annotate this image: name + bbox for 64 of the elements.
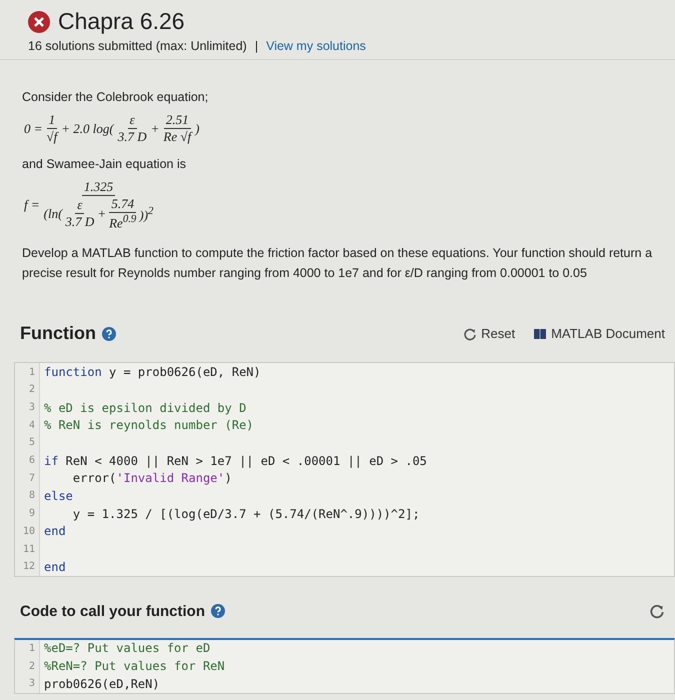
line-number: 11 <box>15 540 40 558</box>
equation-term: 5.74 <box>111 196 134 211</box>
code-line: error('Invalid Range') <box>72 471 232 486</box>
equation-term: 3.7 D <box>118 129 147 145</box>
equation-term: 0 = <box>24 120 43 136</box>
equation-term: 3.7 D <box>65 214 94 230</box>
problem-text: Consider the Colebrook equation; <box>22 90 210 104</box>
section-heading: Code to call your function <box>20 602 206 620</box>
line-number: 12 <box>15 558 40 576</box>
problem-text: and Swamee-Jain equation is <box>22 157 187 171</box>
code-line: y = 1.325 / [(log(eD/3.7 + (5.74/(ReN^.9))))^2]; <box>72 506 420 521</box>
equation-term: + 2.0 log( <box>61 120 114 136</box>
equation-term: f = <box>24 197 40 214</box>
line-number: 3 <box>15 398 40 416</box>
help-icon[interactable] <box>211 604 226 618</box>
code-editor[interactable] <box>14 362 675 577</box>
line-number: 9 <box>15 504 40 523</box>
reset-icon <box>463 326 478 341</box>
code-line: end <box>43 524 66 538</box>
line-number: 2 <box>15 381 40 399</box>
line-number: 8 <box>15 487 40 505</box>
code-line: end <box>43 560 66 574</box>
equation-term: Re$^{0.9}$ <box>109 213 136 232</box>
equation-term: + <box>150 120 160 136</box>
equation-term: 2.51 <box>166 112 189 127</box>
documentation-button[interactable]: MATLAB Document <box>533 326 665 342</box>
line-number: 7 <box>15 469 40 488</box>
code-editor[interactable]: 1 %eD=? Put values for eD 2 %ReN=? Put values for ReN 3 prob0626(eD,ReN) <box>14 638 675 694</box>
code-line: %ReN=? Put values for ReN <box>43 659 225 674</box>
problem-title: Chapra 6.26 <box>58 8 185 35</box>
reset-icon[interactable] <box>649 603 665 620</box>
code-line: % ReN is reynolds number (Re) <box>43 418 254 432</box>
line-number: 5 <box>15 434 40 452</box>
code-line: % eD is epsilon divided by D <box>43 400 246 415</box>
line-number: 6 <box>15 452 40 470</box>
view-solutions-link[interactable]: View my solutions <box>266 39 366 53</box>
line-number: 2 <box>15 657 40 675</box>
equation-term: (ln( <box>44 206 62 222</box>
line-number: 10 <box>15 522 40 540</box>
book-icon <box>533 326 548 341</box>
code-line: if ReN < 4000 || ReN > 1e7 || eD < .00001 || eD > .05 <box>43 454 427 468</box>
equation-term: + <box>97 206 106 222</box>
equation-term: 1 <box>48 112 56 127</box>
line-number: 1 <box>15 640 40 658</box>
code-line: else <box>43 488 73 503</box>
equation-term: Re √f <box>163 129 192 145</box>
submission-count: 16 solutions submitted (max: Unlimited) <box>28 39 247 53</box>
line-number: 4 <box>15 416 40 434</box>
help-icon[interactable] <box>102 326 116 341</box>
code-line: %eD=? Put values for eD <box>43 641 210 656</box>
equation-term: ) <box>195 120 200 136</box>
code-line: prob0626(eD,ReN) <box>43 676 160 691</box>
reset-button[interactable]: Reset <box>463 326 516 342</box>
problem-text: Develop a MATLAB function to compute the friction factor based on these equations. Your function should return a precise result for Reynolds number ranging from 4000 to 1e7 and for ε/D ranging from 0.00001 to 0.05 <box>22 245 654 282</box>
equation-term: ε <box>77 197 82 212</box>
line-number: 1 <box>15 363 40 382</box>
separator: | <box>254 39 258 53</box>
equation-term: √f <box>46 129 58 145</box>
code-line: function y = prob0626(eD, ReN) <box>43 365 261 380</box>
line-number: 3 <box>15 674 40 693</box>
equation-term: 1.325 <box>84 179 114 194</box>
equation-term: ))$^{2}$ <box>139 204 154 223</box>
section-heading: Function <box>20 323 96 344</box>
equation-term: ε <box>130 112 135 127</box>
